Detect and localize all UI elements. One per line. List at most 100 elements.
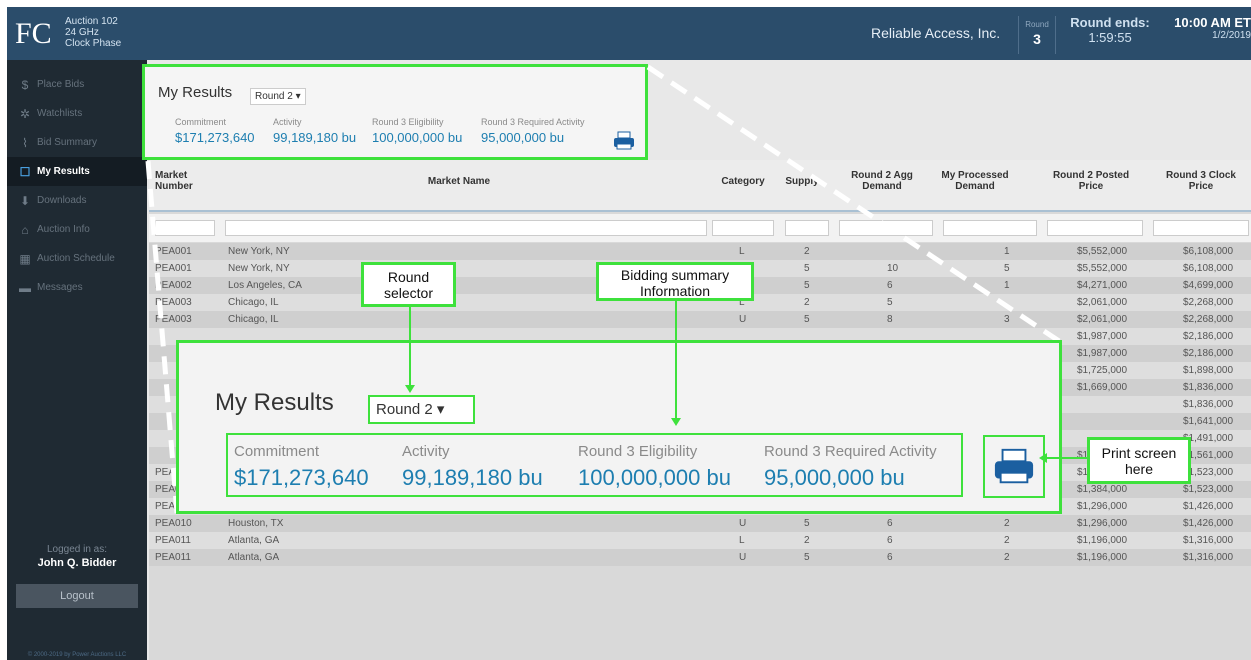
posted-price-cell: $1,384,000 <box>1077 484 1128 495</box>
app-root: FC Auction 102 24 GHz Clock Phase Reliab… <box>7 7 1251 660</box>
round-select[interactable]: Round 2 ▾ <box>250 88 306 105</box>
col-market-name[interactable]: Market Name <box>399 176 519 187</box>
supply-cell: 2 <box>804 246 810 257</box>
col-posted-price[interactable]: Round 2 Posted Price <box>1049 170 1133 192</box>
market-number-cell: PEA010 <box>155 518 192 529</box>
fcc-logo-icon: FC <box>15 17 51 50</box>
market-name-cell: Chicago, IL <box>228 314 279 325</box>
table-row[interactable]: PEA011 Atlanta, GA L 2 6 2 $1,196,000 $1,316,00… <box>149 532 1251 549</box>
eligibility-value: 100,000,000 bu <box>372 130 463 145</box>
sidebar-item-downloads[interactable]: ⬇ Downloads <box>7 186 147 215</box>
supply-cell: 5 <box>804 280 810 291</box>
posted-price-cell: $1,725,000 <box>1077 365 1128 376</box>
clock-price-cell: $6,108,000 <box>1183 263 1234 274</box>
required-activity-stat: Round 3 Required Activity 95,000,000 bu <box>481 117 585 145</box>
processed-demand-cell: 2 <box>1004 535 1010 546</box>
col-category[interactable]: Category <box>715 176 771 187</box>
printer-icon[interactable] <box>613 131 635 151</box>
filter-market-name-input[interactable] <box>225 220 707 236</box>
processed-demand-cell: 3 <box>1004 314 1010 325</box>
sidebar-item-label: Auction Schedule <box>37 253 115 264</box>
col-agg-demand[interactable]: Round 2 Agg Demand <box>842 170 922 192</box>
market-name-cell: Houston, TX <box>228 518 284 529</box>
clock: 10:00 AM ET 1/2/2019 <box>1157 15 1251 41</box>
sidebar-item-label: Bid Summary <box>37 137 98 148</box>
round-label: Round <box>1025 20 1049 29</box>
activity-icon: ⌇ <box>22 135 28 150</box>
sidebar-item-place-bids[interactable]: $ Place Bids <box>7 70 147 99</box>
processed-demand-cell: 2 <box>1004 518 1010 529</box>
calendar-icon: ▦ <box>19 251 31 266</box>
sidebar-item-auction-info[interactable]: ⌂ Auction Info <box>7 215 147 244</box>
filter-market-number-input[interactable] <box>155 220 215 236</box>
agg-demand-cell: 6 <box>887 518 893 529</box>
table-row[interactable]: PEA003 Chicago, IL U 5 8 3 $2,061,000 $2,268,00… <box>149 311 1251 328</box>
sidebar-item-messages[interactable]: ▬ Messages <box>7 273 147 302</box>
sidebar-item-label: My Results <box>37 166 90 177</box>
round-selector-callout: Round selector <box>361 262 456 307</box>
filter-category-input[interactable] <box>712 220 774 236</box>
supply-cell: 5 <box>804 552 810 563</box>
zoomed-round-select[interactable]: Round 2 ▾ <box>368 395 475 424</box>
sidebar-item-label: Watchlists <box>37 108 83 119</box>
posted-price-cell: $1,987,000 <box>1077 331 1128 342</box>
table-row[interactable]: PEA010 Houston, TX U 5 6 2 $1,296,000 $1,426,00… <box>149 515 1251 532</box>
clock-price-cell: $1,836,000 <box>1183 399 1234 410</box>
col-processed-demand[interactable]: My Processed Demand <box>937 170 1013 192</box>
market-number-cell: PEA003 <box>155 314 192 325</box>
agg-demand-cell: 8 <box>887 314 893 325</box>
posted-price-cell: $5,552,000 <box>1077 263 1128 274</box>
filter-clock-price-input[interactable] <box>1153 220 1249 236</box>
col-clock-price[interactable]: Round 3 Clock Price <box>1159 170 1243 192</box>
eligibility-label: Round 3 Eligibility <box>372 117 444 127</box>
market-number-cell: PEA003 <box>155 297 192 308</box>
round-ends: Round ends: 1:59:55 <box>1070 15 1150 45</box>
zoomed-commitment-label: Commitment <box>234 443 320 460</box>
auction-info: Auction 102 24 GHz Clock Phase <box>65 16 121 49</box>
clock-price-cell: $2,268,000 <box>1183 297 1234 308</box>
table-row[interactable]: PEA011 Atlanta, GA U 5 6 2 $1,196,000 $1,316,00… <box>149 549 1251 566</box>
round-ends-label: Round ends: <box>1070 15 1150 30</box>
market-name-cell: Atlanta, GA <box>228 552 280 563</box>
sidebar-item-watchlists[interactable]: ✲ Watchlists <box>7 99 147 128</box>
market-number-cell: PEA001 <box>155 246 192 257</box>
market-name-cell: Los Angeles, CA <box>228 280 302 291</box>
home-icon: ⌂ <box>21 222 29 237</box>
copyright: © 2000-2019 by Power Auctions LLC <box>27 652 127 658</box>
activity-stat: Activity 99,189,180 bu <box>273 117 356 145</box>
page-title: My Results <box>158 84 233 101</box>
zoomed-eligibility: Round 3 Eligibility 100,000,000 bu <box>578 443 731 491</box>
posted-price-cell: $5,552,000 <box>1077 246 1128 257</box>
sidebar-item-my-results[interactable]: ☐ My Results <box>7 157 147 186</box>
commitment-label: Commitment <box>175 117 227 127</box>
clock-price-cell: $1,898,000 <box>1183 365 1234 376</box>
filter-agg-demand-input[interactable] <box>839 220 933 236</box>
clock-price-cell: $6,108,000 <box>1183 246 1234 257</box>
market-name-cell: New York, NY <box>228 263 290 274</box>
message-icon: ▬ <box>19 280 31 295</box>
auction-phase: Clock Phase <box>65 38 122 49</box>
clock-price-cell: $1,316,000 <box>1183 535 1234 546</box>
activity-value: 99,189,180 bu <box>273 130 357 145</box>
supply-cell: 2 <box>804 297 810 308</box>
sidebar-item-bid-summary[interactable]: ⌇ Bid Summary <box>7 128 147 157</box>
category-cell: U <box>739 552 747 563</box>
filter-processed-demand-input[interactable] <box>943 220 1037 236</box>
agg-demand-cell: 10 <box>887 263 899 274</box>
sidebar-item-auction-schedule[interactable]: ▦ Auction Schedule <box>7 244 147 273</box>
table-row[interactable]: PEA001 New York, NY L 2 1 $5,552,000 $6,108,00… <box>149 243 1251 260</box>
processed-demand-cell: 5 <box>1004 263 1010 274</box>
sidebar-item-label: Place Bids <box>37 79 85 90</box>
download-icon: ⬇ <box>19 193 31 208</box>
filter-supply-input[interactable] <box>785 220 829 236</box>
filter-row <box>149 214 1251 242</box>
posted-price-cell: $2,061,000 <box>1077 297 1128 308</box>
zoomed-print-button[interactable] <box>983 435 1045 498</box>
supply-cell: 5 <box>804 263 810 274</box>
category-cell: L <box>739 535 745 546</box>
filter-posted-price-input[interactable] <box>1047 220 1143 236</box>
logout-button[interactable]: Logout <box>16 584 138 608</box>
auction-name: Auction 102 <box>65 16 118 27</box>
col-supply[interactable]: Supply <box>779 176 825 187</box>
col-market-number[interactable]: Market Number <box>155 170 205 192</box>
